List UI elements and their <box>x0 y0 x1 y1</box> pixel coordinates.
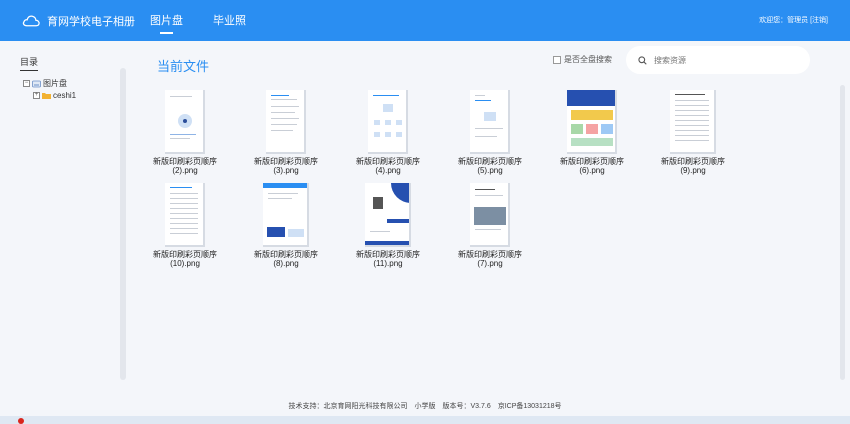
file-name-line1: 新版印刷彩页顺序 <box>560 157 624 166</box>
file-name-line2: (5).png <box>477 166 503 175</box>
file-name: 新版印刷彩页顺序 (5).png <box>449 157 531 175</box>
file-item[interactable]: 新版印刷彩页顺序 (11).png <box>347 183 429 268</box>
file-name-line2: (10).png <box>170 259 200 268</box>
file-thumbnail[interactable] <box>470 90 510 154</box>
file-item[interactable]: 新版印刷彩页顺序 (6).png <box>551 90 633 175</box>
expand-icon[interactable]: + <box>33 92 40 99</box>
file-name-line1: 新版印刷彩页顺序 <box>356 250 420 259</box>
file-thumbnail[interactable] <box>670 90 716 154</box>
folder-icon <box>42 93 51 99</box>
main-scrollbar[interactable] <box>840 85 845 380</box>
file-item[interactable]: 新版印刷彩页顺序 (2).png <box>144 90 226 175</box>
file-name: 新版印刷彩页顺序 (7).png <box>449 250 531 268</box>
file-name-line2: (8).png <box>273 259 299 268</box>
search-icon[interactable] <box>638 55 647 65</box>
file-name: 新版印刷彩页顺序 (6).png <box>551 157 633 175</box>
collapse-icon[interactable]: − <box>23 80 30 87</box>
file-thumbnail[interactable] <box>567 90 617 154</box>
file-item[interactable]: 新版印刷彩页顺序 (5).png <box>449 90 531 175</box>
file-name: 新版印刷彩页顺序 (9).png <box>652 157 734 175</box>
file-thumbnail[interactable] <box>365 183 411 247</box>
global-search-toggle[interactable]: 是否全盘搜索 <box>553 54 612 65</box>
file-name: 新版印刷彩页顺序 (11).png <box>347 250 429 268</box>
file-name-line2: (11).png <box>373 259 403 268</box>
cloud-icon <box>22 15 40 27</box>
search-input[interactable] <box>654 55 794 65</box>
file-thumbnail[interactable] <box>368 90 408 154</box>
tree-item-label: 图片盘 <box>43 79 67 88</box>
file-name: 新版印刷彩页顺序 (4).png <box>347 157 429 175</box>
file-thumbnail[interactable] <box>263 183 309 247</box>
tab-graduation-photo[interactable]: 毕业照 <box>213 12 246 28</box>
sidebar-title: 目录 <box>20 55 39 71</box>
app-title: 育网学校电子相册 <box>47 16 135 28</box>
file-name-line2: (2).png <box>172 166 198 175</box>
search-box[interactable] <box>626 46 810 74</box>
file-thumbnail[interactable] <box>266 90 306 154</box>
file-name-line2: (3).png <box>273 166 299 175</box>
file-name-line1: 新版印刷彩页顺序 <box>254 157 318 166</box>
file-name: 新版印刷彩页顺序 (3).png <box>245 157 327 175</box>
file-thumbnail[interactable] <box>165 183 205 247</box>
global-search-label: 是否全盘搜索 <box>564 55 612 64</box>
global-search-checkbox[interactable] <box>553 55 561 64</box>
file-name: 新版印刷彩页顺序 (10).png <box>144 250 226 268</box>
file-item[interactable]: 新版印刷彩页顺序 (10).png <box>144 183 226 268</box>
file-name-line1: 新版印刷彩页顺序 <box>254 250 318 259</box>
file-item[interactable]: 新版印刷彩页顺序 (4).png <box>347 90 429 175</box>
notification-icon[interactable] <box>18 418 24 424</box>
user-logout[interactable]: 欢迎您：管理员 [注销] <box>759 15 828 25</box>
taskbar <box>0 416 850 424</box>
file-name-line1: 新版印刷彩页顺序 <box>661 157 725 166</box>
file-thumbnail[interactable] <box>470 183 510 247</box>
app-logo[interactable]: 育网学校电子相册 <box>22 11 135 31</box>
file-thumbnail[interactable] <box>165 90 205 154</box>
sidebar: 目录 − 图片盘 + ceshi1 <box>0 41 128 399</box>
footer-text: 技术支持：北京育网阳光科技有限公司 小学版 版本号：V3.7.6 京ICP备13… <box>288 403 562 410</box>
tree-item-label: ceshi1 <box>53 91 77 100</box>
file-item[interactable]: 新版印刷彩页顺序 (3).png <box>245 90 327 175</box>
page-title: 当前文件 <box>157 59 210 74</box>
file-name: 新版印刷彩页顺序 (8).png <box>245 250 327 268</box>
file-name-line2: (9).png <box>680 166 706 175</box>
tree-item-ceshi1[interactable]: + ceshi1 <box>33 91 76 100</box>
file-name-line1: 新版印刷彩页顺序 <box>153 157 217 166</box>
file-item[interactable]: 新版印刷彩页顺序 (9).png <box>652 90 734 175</box>
file-item[interactable]: 新版印刷彩页顺序 (7).png <box>449 183 531 268</box>
tab-picture-disk[interactable]: 图片盘 <box>150 12 183 34</box>
tree-item-picture-disk[interactable]: − 图片盘 <box>23 78 67 89</box>
disk-icon <box>32 80 41 87</box>
file-name-line1: 新版印刷彩页顺序 <box>458 250 522 259</box>
file-name-line1: 新版印刷彩页顺序 <box>153 250 217 259</box>
top-bar: 育网学校电子相册 图片盘 毕业照 欢迎您：管理员 [注销] <box>0 0 850 41</box>
file-name-line2: (7).png <box>477 259 503 268</box>
sidebar-scrollbar[interactable] <box>120 68 126 380</box>
file-name-line2: (6).png <box>579 166 605 175</box>
file-name-line1: 新版印刷彩页顺序 <box>458 157 522 166</box>
file-name-line2: (4).png <box>375 166 401 175</box>
file-name-line1: 新版印刷彩页顺序 <box>356 157 420 166</box>
file-name: 新版印刷彩页顺序 (2).png <box>144 157 226 175</box>
file-item[interactable]: 新版印刷彩页顺序 (8).png <box>245 183 327 268</box>
